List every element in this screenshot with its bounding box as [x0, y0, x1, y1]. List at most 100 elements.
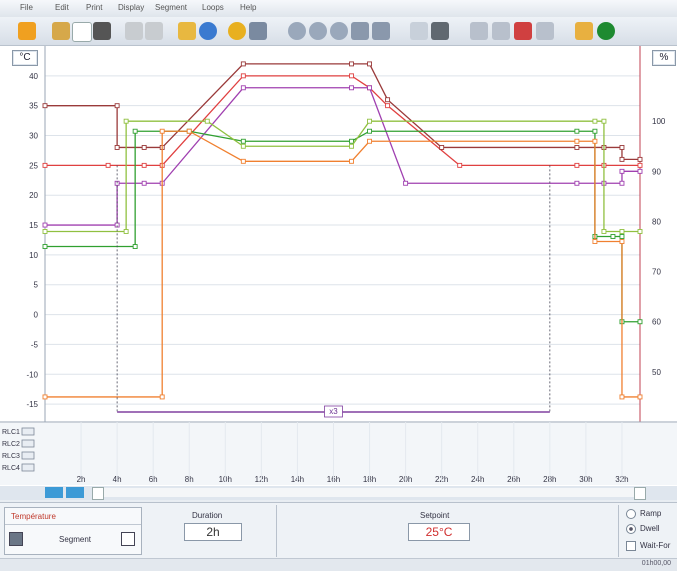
toolbar: [0, 17, 677, 46]
series-lightgreen-point: [592, 118, 598, 124]
setpoint-field[interactable]: 25°C: [408, 523, 470, 541]
series-orange-point: [637, 394, 643, 400]
series-purple-point: [619, 168, 625, 174]
series-red-point: [105, 162, 111, 168]
info-icon[interactable]: [199, 22, 217, 40]
settings-icon[interactable]: [228, 22, 246, 40]
y-left-tick-label: 0: [34, 311, 39, 320]
series-orange-point: [592, 239, 598, 244]
menu-loops[interactable]: Loops: [202, 3, 224, 12]
zoom-out-icon[interactable]: [330, 22, 348, 40]
chart-area[interactable]: 40 35 30 25 20 15 10 5 0 -5 -10 -15 100 90 80 70 60 50 2h 4…: [0, 46, 677, 486]
segment-label: Segment: [59, 535, 92, 544]
series-green-point: [610, 234, 616, 239]
series-purple-point: [349, 85, 354, 91]
status-time: 01h00,00: [641, 560, 671, 567]
scroll-shrink-icon[interactable]: [45, 487, 63, 498]
series-green-point: [42, 244, 48, 249]
tools-icon[interactable]: [249, 22, 267, 40]
series-darkred-point: [240, 61, 246, 67]
delete-icon[interactable]: [536, 22, 554, 40]
menu-file[interactable]: File: [20, 3, 33, 12]
edit-icon[interactable]: [178, 22, 196, 40]
y-right-tick-label: 70: [652, 268, 661, 277]
dwell-label: Dwell: [640, 524, 660, 533]
profile-chart[interactable]: 4035302520151050-5-10-1510090807060502h 4…: [0, 46, 677, 486]
link-icon[interactable]: [470, 22, 488, 40]
new-icon[interactable]: [72, 22, 92, 42]
wait-for-checkbox[interactable]: [626, 541, 636, 551]
ramp-radio[interactable]: [626, 509, 636, 519]
unlink-icon[interactable]: [492, 22, 510, 40]
series-red-point: [574, 162, 580, 168]
pan-horizontal-icon[interactable]: [351, 22, 369, 40]
series-orange-point: [619, 394, 625, 400]
series-lightgreen-point: [204, 118, 210, 124]
series-green-point: [367, 128, 372, 134]
menu-print[interactable]: Print: [86, 3, 102, 12]
series-green-point: [637, 319, 643, 325]
series-darkred-point: [367, 61, 372, 67]
save-icon[interactable]: [93, 22, 111, 40]
series-lightgreen-point: [42, 229, 48, 234]
y-right-tick-label: 80: [652, 217, 661, 226]
undo-icon[interactable]: [125, 22, 143, 40]
series-lightgreen-point: [619, 229, 625, 234]
series-orange-point: [240, 158, 246, 164]
series-darkred-point: [349, 61, 354, 67]
series-green-point: [132, 244, 138, 249]
menu-display[interactable]: Display: [118, 3, 144, 12]
scroll-left-button[interactable]: [92, 487, 104, 500]
dwell-radio[interactable]: [626, 524, 636, 534]
temperature-tab[interactable]: Température: [11, 512, 56, 521]
series-orange-point: [186, 128, 192, 134]
left-unit-label[interactable]: °C: [12, 50, 38, 66]
series-lightgreen-point: [123, 118, 129, 124]
series-lightgreen-point: [637, 229, 643, 234]
series-purple-point: [42, 222, 48, 228]
hand-icon[interactable]: [575, 22, 593, 40]
run-icon[interactable]: [597, 22, 615, 40]
open-icon[interactable]: [52, 22, 70, 40]
relay-label: RLC2: [2, 441, 20, 448]
series-darkred-point: [439, 145, 445, 150]
series-lightgreen-point: [601, 229, 607, 234]
y-left-tick-label: -5: [31, 340, 39, 349]
redo-icon[interactable]: [145, 22, 163, 40]
zoom-in-icon[interactable]: [309, 22, 327, 40]
back-icon[interactable]: [18, 22, 36, 40]
zoom-icon[interactable]: [288, 22, 306, 40]
scrollbar-track[interactable]: [104, 488, 634, 497]
series-green-line: [45, 130, 640, 323]
y-right-tick-label: 60: [652, 318, 661, 327]
relay-label: RLC4: [2, 465, 20, 472]
segment-panel: Température Segment Duration 2h Setpoint…: [0, 502, 677, 559]
loop-count-label: x3: [329, 407, 338, 416]
scroll-expand-icon[interactable]: [66, 487, 84, 498]
segment-next-button[interactable]: [121, 532, 135, 546]
menu-bar: File Edit Print Display Segment Loops He…: [0, 0, 677, 18]
series-darkred-line: [45, 63, 640, 161]
scroll-right-button[interactable]: [634, 487, 646, 500]
series-orange-point: [159, 394, 165, 400]
segment-prev-button[interactable]: [9, 532, 23, 546]
right-unit-label[interactable]: %: [652, 50, 676, 66]
series-purple-point: [141, 180, 147, 186]
menu-edit[interactable]: Edit: [55, 3, 69, 12]
series-red-point: [349, 73, 354, 79]
series-red-point: [141, 162, 147, 168]
y-left-tick-label: 35: [29, 102, 38, 111]
pan-vertical-icon[interactable]: [372, 22, 390, 40]
y-left-tick-label: 20: [29, 191, 38, 200]
calendar-icon[interactable]: [431, 22, 449, 40]
series-orange-point: [592, 138, 598, 144]
cut-icon[interactable]: [514, 22, 532, 40]
wait-for-label: Wait-For: [640, 541, 671, 550]
duration-field[interactable]: 2h: [184, 523, 242, 541]
relay-indicator: [21, 439, 35, 448]
export-icon[interactable]: [410, 22, 428, 40]
menu-help[interactable]: Help: [240, 3, 256, 12]
y-right-tick-label: 50: [652, 368, 661, 377]
menu-segment[interactable]: Segment: [155, 3, 187, 12]
relay-indicator: [21, 463, 35, 472]
